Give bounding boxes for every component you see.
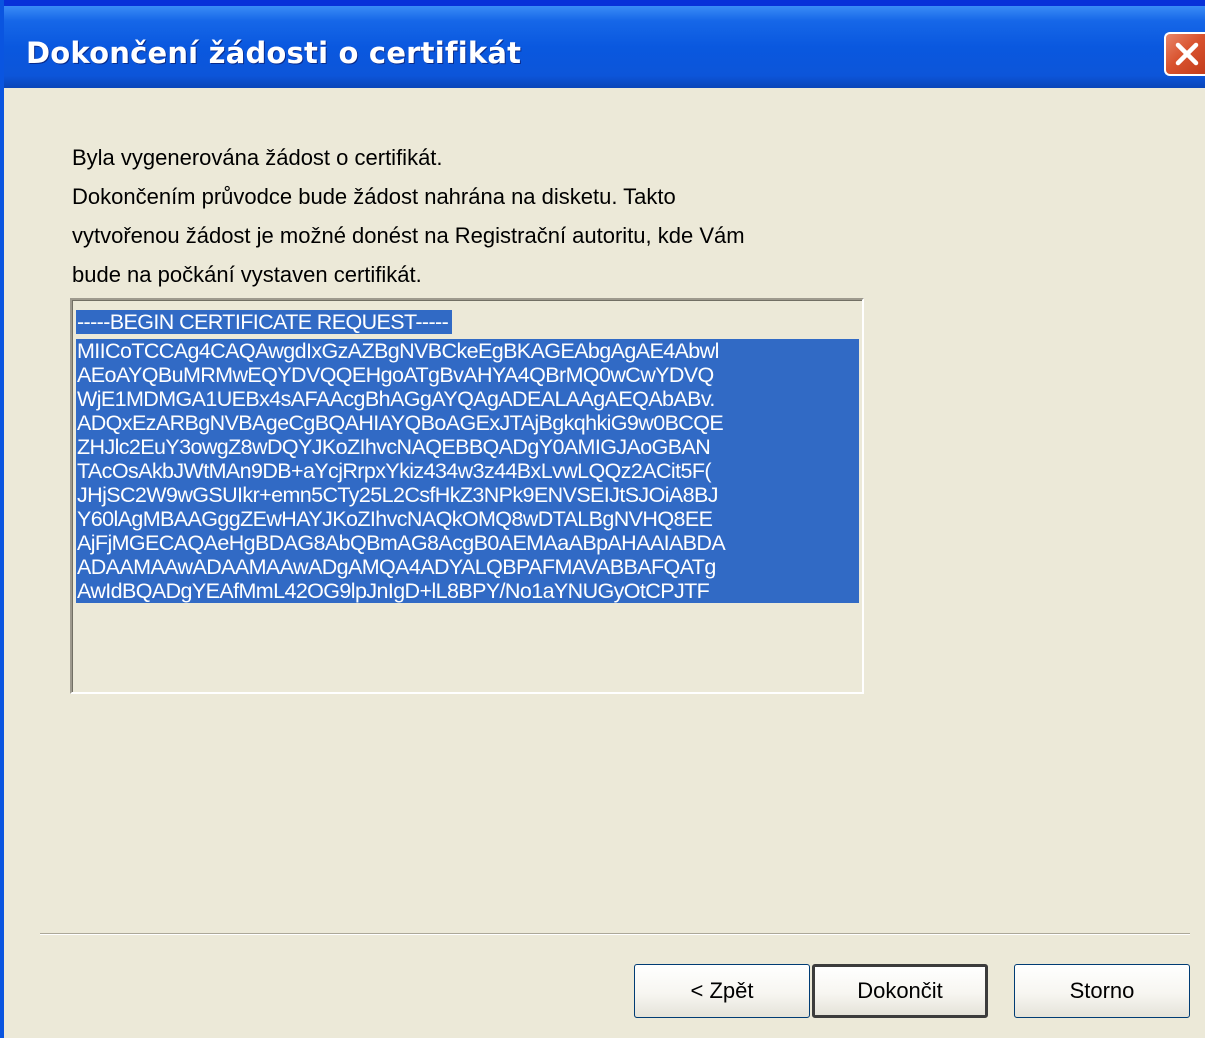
- certificate-line: WjE1MDMGA1UEBx4sAFAAcgBhAGgAYQAgADEALAAg…: [76, 387, 859, 411]
- certificate-line: Y60lAgMBAAGggZEwHAYJKoZIhvcNAQkOMQ8wDTAL…: [76, 507, 859, 531]
- certificate-line: ADQxEzARBgNVBAgeCgBQAHIAYQBoAGExJTAjBgkq…: [76, 411, 859, 435]
- description-line: Byla vygenerována žádost o certifikát.: [72, 145, 443, 170]
- window-title: Dokončení žádosti o certifikát: [26, 36, 522, 70]
- certificate-line: ZHJlc2EuY3owgZ8wDQYJKoZIhvcNAQEBBQADgY0A…: [76, 435, 859, 459]
- certificate-line: AEoAYQBuMRMwEQYDVQQEHgoATgBvAHYA4QBrMQ0w…: [76, 363, 859, 387]
- cancel-button[interactable]: Storno: [1014, 964, 1190, 1018]
- close-icon: [1175, 42, 1199, 66]
- description-line: Dokončením průvodce bude žádost nahrána …: [72, 184, 676, 209]
- certificate-line: AwIdBQADgYEAfMmL42OG9lpJnIgD+lL8BPY/No1a…: [76, 579, 859, 603]
- certificate-line: TAcOsAkbJWtMAn9DB+aYcjRrpxYkiz434w3z44Bx…: [76, 459, 859, 483]
- back-button[interactable]: < Zpět: [634, 964, 810, 1018]
- certificate-request-textbox[interactable]: -----BEGIN CERTIFICATE REQUEST----- MIIC…: [70, 298, 864, 694]
- description-line: vytvořenou žádost je možné donést na Reg…: [72, 223, 745, 248]
- finish-button[interactable]: Dokončit: [812, 964, 988, 1018]
- certificate-line: -----BEGIN CERTIFICATE REQUEST-----: [76, 310, 453, 334]
- description-line: bude na počkání vystaven certifikát.: [72, 262, 422, 287]
- button-separator: [40, 933, 1190, 935]
- certificate-line: AjFjMGECAQAeHgBDAG8AbQBmAG8AcgB0AEMAaABp…: [76, 531, 859, 555]
- close-button[interactable]: [1164, 32, 1205, 76]
- certificate-line: ADAAMAAwADAAMAAwADgAMQA4ADYALQBPAFMAVABB…: [76, 555, 859, 579]
- dialog-window: Dokončení žádosti o certifikát Byla vyge…: [0, 0, 1205, 1038]
- certificate-line: MIICoTCCAg4CAQAwgdIxGzAZBgNVBCkeEgBKAGEA…: [76, 339, 859, 363]
- certificate-request-content: -----BEGIN CERTIFICATE REQUEST----- MIIC…: [76, 310, 862, 603]
- certificate-line: JHjSC2W9wGSUIkr+emn5CTy25L2CsfHkZ3NPk9EN…: [76, 483, 859, 507]
- title-bar[interactable]: Dokončení žádosti o certifikát: [4, 0, 1205, 88]
- description-text: Byla vygenerována žádost o certifikát. D…: [72, 138, 892, 294]
